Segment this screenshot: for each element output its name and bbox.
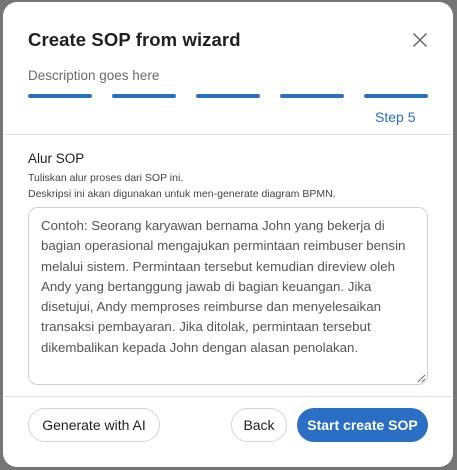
start-create-sop-button[interactable]: Start create SOP	[297, 408, 428, 442]
alur-sop-textarea[interactable]	[28, 207, 428, 385]
step-indicator-3	[196, 94, 260, 98]
help-text-line-2: Deskripsi ini akan digunakan untuk men-g…	[28, 188, 336, 200]
help-text-line-1: Tuliskan alur proses dari SOP ini.	[28, 172, 184, 184]
step-indicator-2	[112, 94, 176, 98]
step-label: Step 5	[375, 109, 416, 125]
resize-grip-icon[interactable]	[416, 373, 426, 383]
close-button[interactable]	[410, 30, 430, 50]
back-button[interactable]: Back	[231, 408, 287, 442]
step-indicator-4	[280, 94, 344, 98]
step-indicator-1	[28, 94, 92, 98]
dialog-title: Create SOP from wizard	[28, 29, 241, 50]
step-progress	[28, 94, 428, 98]
dialog-subtitle: Description goes here	[28, 68, 160, 83]
generate-with-ai-button[interactable]: Generate with AI	[28, 408, 160, 442]
step-indicator-5	[364, 94, 428, 98]
header-divider	[3, 134, 453, 135]
create-sop-dialog: Create SOP from wizard Description goes …	[3, 2, 453, 467]
footer-divider	[3, 396, 453, 397]
alur-sop-label: Alur SOP	[28, 151, 85, 166]
close-icon	[413, 33, 427, 47]
